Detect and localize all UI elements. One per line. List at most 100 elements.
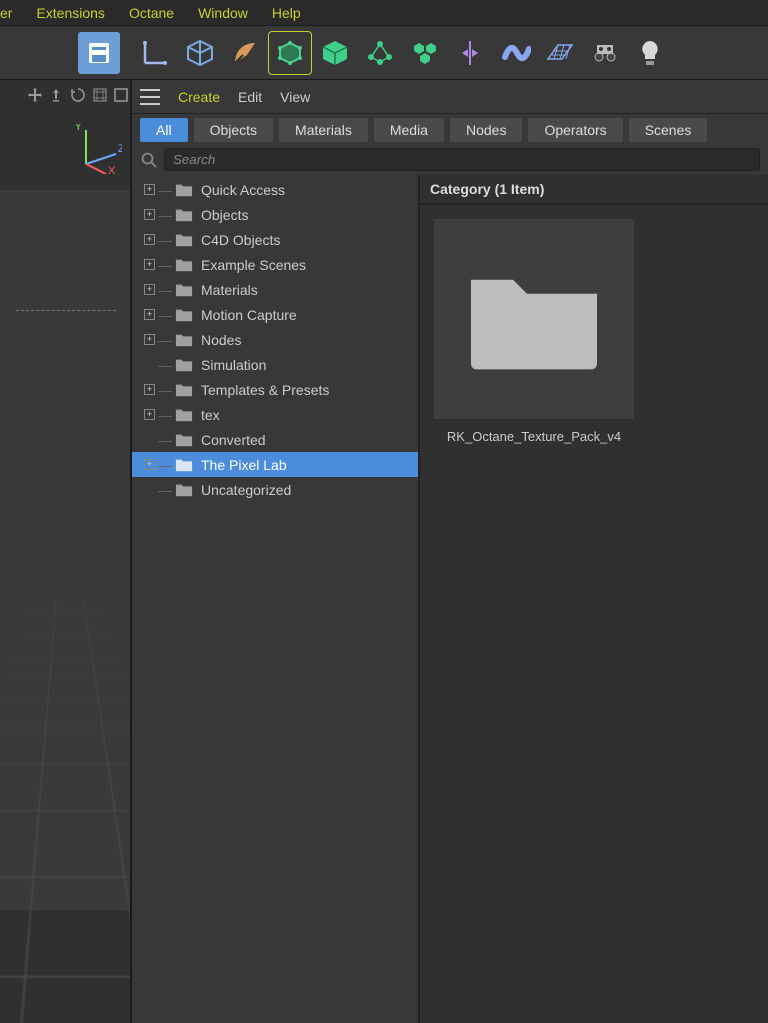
- bounding-box-icon[interactable]: [269, 32, 311, 74]
- filter-objects[interactable]: Objects: [194, 118, 273, 142]
- tree-item-example-scenes[interactable]: +—Example Scenes: [132, 252, 418, 277]
- expand-icon[interactable]: +: [144, 309, 155, 320]
- folder-icon: [175, 307, 193, 323]
- folder-icon: [175, 457, 193, 473]
- move-icon[interactable]: [26, 86, 44, 104]
- folder-icon: [175, 382, 193, 398]
- expand-icon[interactable]: +: [144, 209, 155, 220]
- plane-icon[interactable]: [539, 32, 581, 74]
- tree-spacer: [144, 434, 155, 445]
- menu-item-render[interactable]: er: [0, 5, 12, 21]
- light-icon[interactable]: [629, 32, 671, 74]
- tree-item-quick-access[interactable]: +—Quick Access: [132, 177, 418, 202]
- tree-spacer: [144, 359, 155, 370]
- folder-icon: [175, 332, 193, 348]
- axis-x-label: X: [108, 165, 116, 174]
- tree-item-label: Quick Access: [201, 182, 285, 198]
- tree-item-materials[interactable]: +—Materials: [132, 277, 418, 302]
- deformer-icon[interactable]: [494, 32, 536, 74]
- array-icon[interactable]: [404, 32, 446, 74]
- hamburger-icon[interactable]: [140, 89, 160, 105]
- viewport-3d[interactable]: [0, 190, 132, 910]
- content-header: Category (1 Item): [420, 175, 768, 205]
- filter-materials[interactable]: Materials: [279, 118, 368, 142]
- filter-nodes[interactable]: Nodes: [450, 118, 522, 142]
- dropdown-icon[interactable]: [78, 32, 120, 74]
- axis-y-label: Y: [75, 124, 83, 133]
- expand-icon[interactable]: +: [144, 184, 155, 195]
- tree-item-label: Converted: [201, 432, 266, 448]
- filter-tabs: All Objects Materials Media Nodes Operat…: [132, 114, 768, 146]
- cube-icon[interactable]: [179, 32, 221, 74]
- axis-z-label: Z: [118, 143, 122, 155]
- tree-item-label: C4D Objects: [201, 232, 280, 248]
- cube-solid-icon[interactable]: [314, 32, 356, 74]
- pen-icon[interactable]: [224, 32, 266, 74]
- menu-item-help[interactable]: Help: [272, 5, 301, 21]
- folder-icon: [175, 432, 193, 448]
- rotate-icon[interactable]: [69, 86, 87, 104]
- content-item[interactable]: RK_Octane_Texture_Pack_v4: [434, 219, 634, 444]
- content-item-label: RK_Octane_Texture_Pack_v4: [447, 429, 621, 444]
- tree-item-label: Nodes: [201, 332, 241, 348]
- filter-all[interactable]: All: [140, 118, 188, 142]
- folder-icon: [175, 357, 193, 373]
- tree-item-motion-capture[interactable]: +—Motion Capture: [132, 302, 418, 327]
- tree-item-label: Uncategorized: [201, 482, 291, 498]
- tree-item-tex[interactable]: +—tex: [132, 402, 418, 427]
- folder-icon: [175, 232, 193, 248]
- tree-item-simulation[interactable]: —Simulation: [132, 352, 418, 377]
- menubar: er Extensions Octane Window Help: [0, 0, 768, 26]
- camera-icon[interactable]: [584, 32, 626, 74]
- search-icon: [140, 151, 158, 169]
- tree-item-label: Objects: [201, 207, 248, 223]
- maximize-icon[interactable]: [112, 86, 130, 104]
- browser-menu-view[interactable]: View: [280, 89, 310, 105]
- tree-item-label: Motion Capture: [201, 307, 297, 323]
- folder-icon: [175, 482, 193, 498]
- folder-icon: [175, 282, 193, 298]
- browser-menu-create[interactable]: Create: [178, 89, 220, 105]
- tree-item-uncategorized[interactable]: —Uncategorized: [132, 477, 418, 502]
- expand-icon[interactable]: +: [144, 259, 155, 270]
- expand-icon[interactable]: +: [144, 234, 155, 245]
- tree-item-label: The Pixel Lab: [201, 457, 287, 473]
- viewport-panel: Y Z X: [0, 80, 132, 1023]
- expand-icon[interactable]: +: [144, 459, 155, 470]
- folder-icon: [175, 257, 193, 273]
- menu-item-octane[interactable]: Octane: [129, 5, 174, 21]
- ortho-icon[interactable]: [91, 86, 109, 104]
- browser-menu-edit[interactable]: Edit: [238, 89, 262, 105]
- tree-spacer: [144, 484, 155, 495]
- folder-icon: [175, 182, 193, 198]
- expand-icon[interactable]: +: [144, 334, 155, 345]
- expand-icon[interactable]: +: [144, 409, 155, 420]
- menu-item-window[interactable]: Window: [198, 5, 248, 21]
- tree-item-label: Example Scenes: [201, 257, 306, 273]
- tree-item-label: Materials: [201, 282, 258, 298]
- expand-icon[interactable]: +: [144, 384, 155, 395]
- tree-pane: +—Quick Access+—Objects+—C4D Objects+—Ex…: [132, 175, 420, 1023]
- toolbar: [0, 26, 768, 80]
- filter-media[interactable]: Media: [374, 118, 444, 142]
- tree-item-label: tex: [201, 407, 220, 423]
- symmetry-icon[interactable]: [449, 32, 491, 74]
- tree-item-the-pixel-lab[interactable]: +—The Pixel Lab: [132, 452, 418, 477]
- folder-icon: [175, 207, 193, 223]
- axis-gizmo[interactable]: Y Z X: [72, 124, 122, 174]
- tree-item-objects[interactable]: +—Objects: [132, 202, 418, 227]
- tree-item-nodes[interactable]: +—Nodes: [132, 327, 418, 352]
- expand-icon[interactable]: +: [144, 284, 155, 295]
- tree-item-c4d-objects[interactable]: +—C4D Objects: [132, 227, 418, 252]
- filter-scenes[interactable]: Scenes: [629, 118, 708, 142]
- menu-item-extensions[interactable]: Extensions: [36, 5, 104, 21]
- mograph-icon[interactable]: [359, 32, 401, 74]
- tree-item-converted[interactable]: —Converted: [132, 427, 418, 452]
- folder-icon: [175, 407, 193, 423]
- tree-item-label: Simulation: [201, 357, 266, 373]
- axes-icon[interactable]: [134, 32, 176, 74]
- filter-operators[interactable]: Operators: [528, 118, 622, 142]
- tree-item-templates-presets[interactable]: +—Templates & Presets: [132, 377, 418, 402]
- zoom-icon[interactable]: [48, 86, 66, 104]
- search-input[interactable]: [164, 148, 760, 171]
